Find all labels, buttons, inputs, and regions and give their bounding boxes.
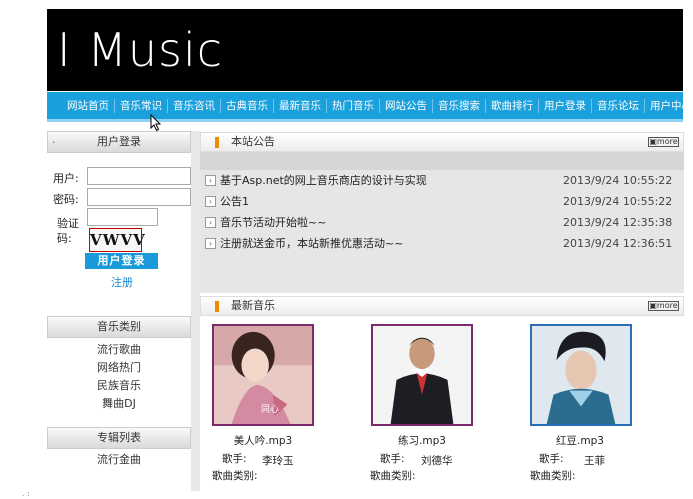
password-label: 密码:	[53, 193, 79, 206]
notice-panel-body: › 基于Asp.net的网上音乐商店的设计与实现 2013/9/24 10:55…	[200, 152, 684, 293]
notice-more-button[interactable]: ▣more	[648, 137, 679, 147]
notice-time: 2013/9/24 10:55:22	[563, 174, 673, 187]
login-button[interactable]: 用户登录	[84, 252, 159, 270]
category-box-title: 音乐类别	[97, 320, 141, 333]
category-item-folk[interactable]: 民族音乐	[47, 377, 191, 395]
album-list: 流行金曲	[47, 451, 191, 469]
nav-item-user-center[interactable]: 用户中心	[645, 99, 693, 113]
orange-marker-icon	[215, 137, 219, 148]
singer-name: 王菲	[584, 455, 605, 467]
album-cover[interactable]	[371, 324, 473, 426]
arrow-right-icon: ›	[205, 196, 216, 207]
song-category-label: 歌曲类别:	[530, 470, 576, 482]
password-input[interactable]	[87, 188, 191, 206]
song-file-name[interactable]: 练习.mp3	[362, 433, 482, 448]
main-nav: 网站首页 音乐常识 音乐咨讯 古典音乐 最新音乐 热门音乐 网站公告 音乐搜索 …	[47, 92, 692, 122]
category-box-header: 音乐类别	[47, 316, 191, 338]
singer-name: 刘德华	[421, 455, 453, 467]
nav-item-announcements[interactable]: 网站公告	[380, 98, 433, 113]
notice-title[interactable]: 注册就送金币，本站新推优惠活动~~	[220, 236, 403, 252]
album-list-title: 专辑列表	[97, 431, 141, 444]
nav-item-hot[interactable]: 热门音乐	[327, 98, 380, 113]
username-input[interactable]	[87, 167, 191, 185]
arrow-right-icon: ›	[205, 238, 216, 249]
login-box-title: 用户登录	[97, 135, 141, 148]
album-cover-art-icon: 同心	[214, 326, 312, 424]
nav-item-search[interactable]: 音乐搜索	[433, 98, 486, 113]
notice-row[interactable]: › 基于Asp.net的网上音乐商店的设计与实现 2013/9/24 10:55…	[205, 173, 675, 189]
login-box-header: . 用户登录	[47, 131, 191, 153]
nav-item-latest[interactable]: 最新音乐	[274, 98, 327, 113]
page: I Music 网站首页 音乐常识 音乐咨讯 古典音乐 最新音乐 热门音乐 网站…	[0, 0, 693, 499]
register-link[interactable]: 注册	[111, 274, 133, 290]
album-cover[interactable]: 同心	[212, 324, 314, 426]
notice-panel-header: 本站公告 ▣more	[200, 132, 684, 152]
header-banner: I Music	[47, 9, 683, 91]
category-item-internet-hits[interactable]: 网络热门	[47, 359, 191, 377]
album-cover-art-icon	[373, 326, 471, 424]
album-item-pop-hits[interactable]: 流行金曲	[47, 451, 191, 469]
latest-more-button[interactable]: ▣more	[648, 301, 679, 311]
notice-row[interactable]: › 公告1 2013/9/24 10:55:22	[205, 194, 675, 210]
footer-dots: . :	[22, 489, 30, 498]
captcha-label-2: 码:	[57, 232, 72, 245]
song-file-name[interactable]: 红豆.mp3	[520, 433, 640, 448]
nav-item-music-news[interactable]: 音乐咨讯	[168, 98, 221, 113]
notice-row[interactable]: › 注册就送金币，本站新推优惠活动~~ 2013/9/24 12:36:51	[205, 236, 675, 252]
nav-item-classical[interactable]: 古典音乐	[221, 98, 274, 113]
singer-label: 歌手:	[380, 453, 405, 465]
left-sidebar: . 用户登录 用户: 密码: 验证 码: VWVV 用户登录 注册 音乐类别 流…	[47, 131, 191, 491]
notice-title[interactable]: 音乐节活动开始啦~~	[220, 215, 326, 231]
notice-title[interactable]: 基于Asp.net的网上音乐商店的设计与实现	[220, 173, 427, 189]
latest-panel-header: 最新音乐 ▣more	[200, 296, 684, 316]
notice-time: 2013/9/24 10:55:22	[563, 195, 673, 208]
notice-panel-title: 本站公告	[231, 135, 275, 148]
category-item-dj[interactable]: 舞曲DJ	[47, 395, 191, 413]
nav-item-ranking[interactable]: 歌曲排行	[486, 98, 539, 113]
singer-name: 李玲玉	[262, 455, 294, 467]
arrow-right-icon: ›	[205, 217, 216, 228]
singer-label: 歌手:	[222, 453, 247, 465]
album-cover[interactable]	[530, 324, 632, 426]
nav-item-forum[interactable]: 音乐论坛	[592, 98, 645, 113]
song-category-label: 歌曲类别:	[212, 470, 258, 482]
mouse-cursor-icon	[150, 114, 162, 132]
site-logo[interactable]: I Music	[57, 23, 223, 77]
svg-text:同心: 同心	[261, 404, 279, 415]
username-label: 用户:	[53, 172, 79, 185]
category-item-pop[interactable]: 流行歌曲	[47, 341, 191, 359]
nav-item-login[interactable]: 用户登录	[539, 98, 592, 113]
notice-time: 2013/9/24 12:35:38	[563, 216, 673, 229]
song-file-name[interactable]: 美人吟.mp3	[203, 433, 323, 448]
notice-strip	[200, 152, 684, 170]
arrow-right-icon: ›	[205, 175, 216, 186]
latest-panel-title: 最新音乐	[231, 299, 275, 312]
orange-marker-icon	[215, 301, 219, 312]
song-category-label: 歌曲类别:	[370, 470, 416, 482]
nav-item-music-knowledge[interactable]: 音乐常识	[115, 98, 168, 113]
captcha-input[interactable]	[87, 208, 158, 226]
notice-title[interactable]: 公告1	[220, 194, 249, 210]
album-list-header: 专辑列表	[47, 427, 191, 449]
singer-label: 歌手:	[539, 453, 564, 465]
captcha-label: 验证	[57, 217, 79, 230]
captcha-image[interactable]: VWVV	[89, 228, 145, 252]
nav-item-home[interactable]: 网站首页	[62, 98, 115, 113]
album-cover-art-icon	[532, 326, 630, 424]
notice-row[interactable]: › 音乐节活动开始啦~~ 2013/9/24 12:35:38	[205, 215, 675, 231]
category-list: 流行歌曲 网络热门 民族音乐 舞曲DJ	[47, 341, 191, 413]
notice-time: 2013/9/24 12:36:51	[563, 237, 673, 250]
column-divider	[191, 131, 200, 491]
